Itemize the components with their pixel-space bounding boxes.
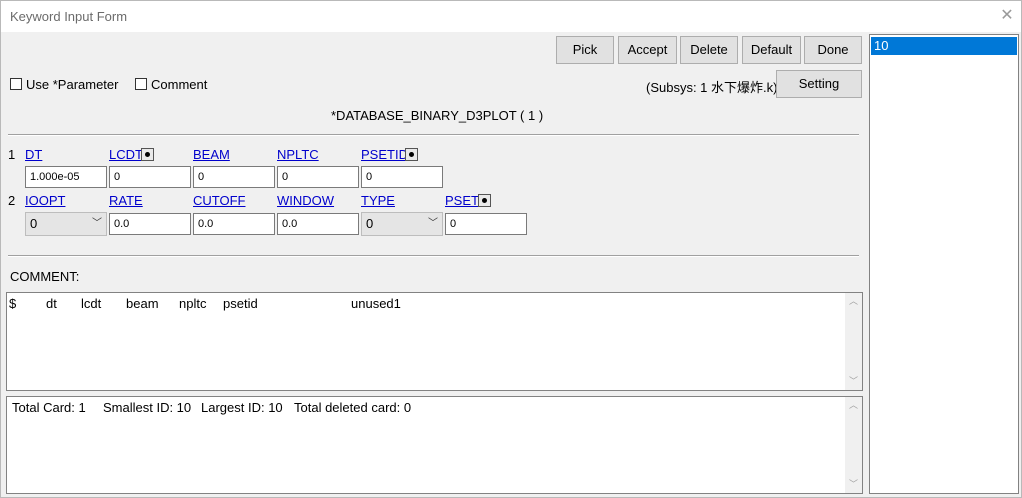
divider [8, 134, 859, 136]
keyword-input-form-window: Keyword Input Form ✕ Pick Accept Delete … [0, 0, 1022, 498]
comment-scrollbar[interactable]: ︿ ﹀ [845, 293, 862, 390]
comment-column: npltc [179, 296, 207, 311]
scroll-down-icon[interactable]: ﹀ [845, 373, 862, 390]
delete-button[interactable]: Delete [680, 36, 738, 64]
card-row-number: 2 [8, 193, 16, 208]
psetid-pick-button[interactable] [405, 148, 418, 161]
comment-label: Comment [151, 77, 208, 92]
psetid-field[interactable]: 0 [361, 166, 443, 188]
comment-column: unused1 [351, 296, 401, 311]
comment-section-label: COMMENT: [10, 269, 80, 284]
comment-checkbox[interactable] [135, 78, 147, 90]
close-icon[interactable]: ✕ [997, 5, 1017, 27]
status-textbox[interactable]: Total Card: 1 Smallest ID: 10 Largest ID… [6, 396, 863, 494]
chevron-down-icon: ﹀ [92, 218, 102, 229]
default-button[interactable]: Default [742, 36, 801, 64]
largest-id-text: Largest ID: 10 [201, 400, 283, 415]
dt-field[interactable]: 1.000e-05 [25, 166, 107, 188]
type-label[interactable]: TYPE [361, 193, 395, 208]
total-deleted-text: Total deleted card: 0 [294, 400, 412, 415]
use-parameter-checkbox[interactable] [10, 78, 22, 90]
ioopt-select[interactable]: 0 ﹀ [25, 212, 107, 236]
comment-column: lcdt [81, 296, 102, 311]
lcdt-field[interactable]: 0 [109, 166, 191, 188]
pset-field[interactable]: 0 [445, 213, 527, 235]
pset-label[interactable]: PSET [445, 193, 479, 208]
psetid-label[interactable]: PSETID [361, 147, 408, 162]
scroll-down-icon[interactable]: ﹀ [845, 476, 862, 493]
comment-column: dt [46, 296, 57, 311]
subsys-label: (Subsys: 1 水下爆炸.k) [646, 80, 778, 95]
type-select[interactable]: 0 ﹀ [361, 212, 443, 236]
use-parameter-label: Use *Parameter [26, 77, 119, 92]
accept-button[interactable]: Accept [618, 36, 677, 64]
scroll-up-icon[interactable]: ︿ [845, 397, 862, 414]
pset-pick-button[interactable] [478, 194, 491, 207]
setting-button[interactable]: Setting [776, 70, 862, 98]
cutoff-field[interactable]: 0.0 [193, 213, 275, 235]
npltc-label[interactable]: NPLTC [277, 147, 319, 162]
npltc-field[interactable]: 0 [277, 166, 359, 188]
lcdt-label[interactable]: LCDT [109, 147, 143, 162]
comment-column: psetid [223, 296, 258, 311]
scroll-up-icon[interactable]: ︿ [845, 293, 862, 310]
comment-column: beam [126, 296, 159, 311]
title-bar: Keyword Input Form ✕ [1, 1, 1021, 32]
list-item[interactable]: 10 [871, 37, 1017, 55]
id-listbox[interactable]: 10 [869, 34, 1019, 494]
dt-label[interactable]: DT [25, 147, 42, 162]
window-title: Keyword Input Form [10, 9, 128, 24]
ioopt-value: 0 [30, 216, 38, 231]
rate-field[interactable]: 0.0 [109, 213, 191, 235]
chevron-down-icon: ﹀ [428, 218, 438, 229]
beam-label[interactable]: BEAM [193, 147, 230, 162]
total-card-text: Total Card: 1 [12, 400, 86, 415]
status-scrollbar[interactable]: ︿ ﹀ [845, 397, 862, 493]
smallest-id-text: Smallest ID: 10 [103, 400, 192, 415]
lcdt-pick-button[interactable] [141, 148, 154, 161]
window-field[interactable]: 0.0 [277, 213, 359, 235]
cutoff-label[interactable]: CUTOFF [193, 193, 245, 208]
card-row-number: 1 [8, 147, 16, 162]
beam-field[interactable]: 0 [193, 166, 275, 188]
keyword-title: *DATABASE_BINARY_D3PLOT ( 1 ) [331, 108, 544, 123]
rate-label[interactable]: RATE [109, 193, 143, 208]
ioopt-label[interactable]: IOOPT [25, 193, 65, 208]
comment-column: $ [9, 296, 17, 311]
type-value: 0 [366, 216, 374, 231]
pick-button[interactable]: Pick [556, 36, 614, 64]
divider [8, 255, 859, 257]
window-label[interactable]: WINDOW [277, 193, 334, 208]
done-button[interactable]: Done [804, 36, 862, 64]
comment-textbox[interactable]: $ dt lcdt beam npltc psetid unused1 ︿ ﹀ [6, 292, 863, 391]
